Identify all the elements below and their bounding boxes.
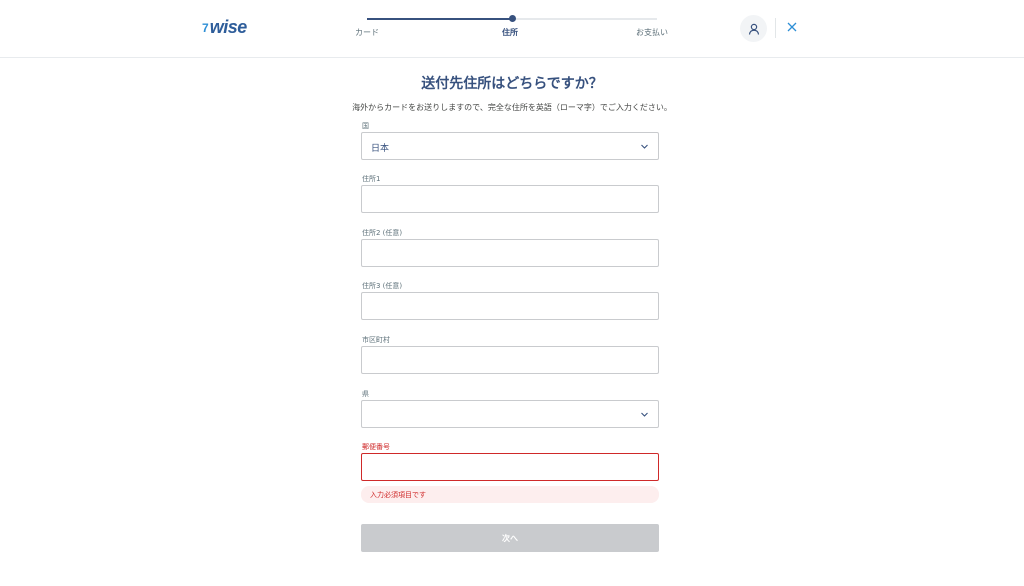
postal-code-label: 郵便番号 (362, 443, 390, 451)
close-button[interactable] (784, 19, 800, 35)
step-payment: お支払い (636, 28, 668, 37)
chevron-down-icon (641, 412, 648, 417)
chevron-down-icon (641, 144, 648, 149)
step-address: 住所 (502, 28, 518, 37)
address3-label: 住所3 (任意) (362, 282, 403, 290)
postal-code-input[interactable] (361, 453, 659, 481)
postal-code-error: 入力必須項目です (361, 486, 659, 503)
logo-text: wise (209, 17, 248, 37)
address1-input[interactable] (361, 185, 659, 213)
address2-label: 住所2 (任意) (362, 229, 403, 237)
step-card: カード (355, 28, 379, 37)
city-label: 市区町村 (362, 336, 390, 344)
profile-button[interactable] (740, 15, 767, 42)
prefecture-label: 県 (362, 390, 369, 398)
country-value: 日本 (371, 144, 390, 154)
page-subtitle: 海外からカードをお送りしますので、完全な住所を英語（ローマ字）でご入力ください。 (352, 103, 672, 112)
city-input[interactable] (361, 346, 659, 374)
progress-stepper: カード 住所 お支払い (355, 14, 668, 44)
country-select[interactable]: 日本 (361, 132, 659, 160)
next-button[interactable]: 次へ (361, 524, 659, 552)
country-label: 国 (362, 122, 369, 130)
user-icon (748, 23, 759, 35)
stepper-progress (367, 18, 512, 20)
header-divider (775, 18, 776, 38)
stepper-current-dot (509, 15, 516, 22)
address2-input[interactable] (361, 239, 659, 267)
top-header: 7 wise カード 住所 お支払い (0, 0, 1024, 58)
page-title: 送付先住所はどちらですか？ (421, 76, 603, 92)
address1-label: 住所1 (362, 175, 381, 183)
prefecture-select[interactable] (361, 400, 659, 428)
wise-flag-icon: 7 (202, 20, 209, 35)
wise-logo[interactable]: 7 wise (202, 17, 247, 38)
close-icon (787, 22, 797, 32)
address3-input[interactable] (361, 292, 659, 320)
